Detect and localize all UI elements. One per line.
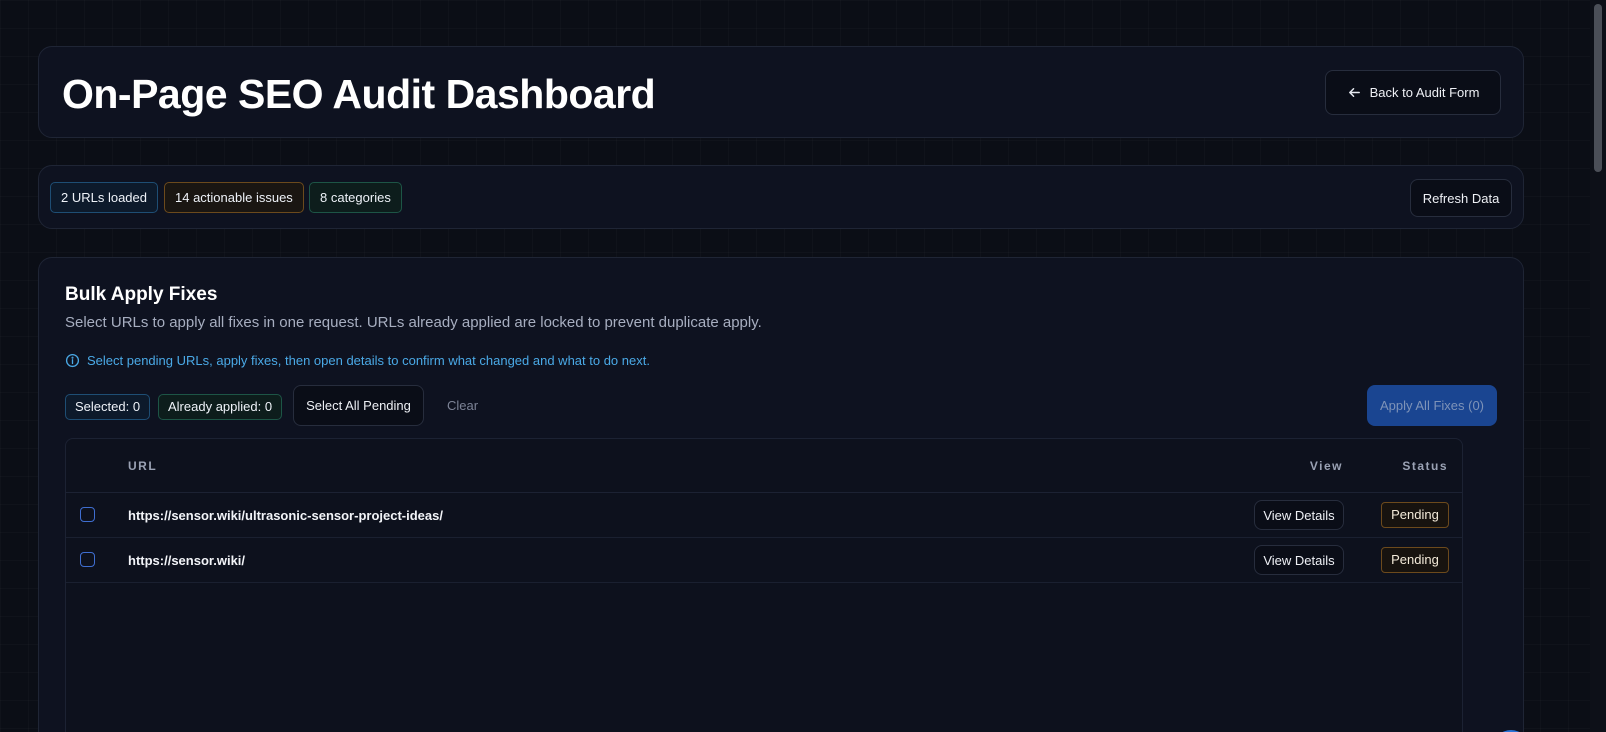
scrollbar-thumb[interactable] <box>1594 4 1602 172</box>
info-circle-icon <box>65 353 80 368</box>
table-header: URL View Status <box>66 439 1462 493</box>
apply-all-fixes-button[interactable]: Apply All Fixes (0) <box>1367 385 1497 426</box>
page-scrollbar[interactable] <box>1590 0 1606 732</box>
stats-card: 2 URLs loaded 14 actionable issues 8 cat… <box>38 165 1524 229</box>
column-header-url: URL <box>128 459 158 473</box>
back-button-label: Back to Audit Form <box>1369 85 1480 100</box>
table-row: https://sensor.wiki/ultrasonic-sensor-pr… <box>66 493 1462 538</box>
refresh-data-button[interactable]: Refresh Data <box>1410 179 1512 217</box>
column-header-view: View <box>1309 459 1343 473</box>
row-checkbox[interactable] <box>80 552 95 567</box>
urls-table: URL View Status https://sensor.wiki/ultr… <box>65 438 1463 732</box>
back-to-audit-form-button[interactable]: Back to Audit Form <box>1325 70 1501 115</box>
select-all-pending-button[interactable]: Select All Pending <box>293 385 424 426</box>
urls-loaded-badge: 2 URLs loaded <box>50 182 158 213</box>
page: On-Page SEO Audit Dashboard Back to Audi… <box>0 0 1590 732</box>
header-card: On-Page SEO Audit Dashboard Back to Audi… <box>38 46 1524 138</box>
hint-text: Select pending URLs, apply fixes, then o… <box>87 353 650 368</box>
selected-count-badge: Selected: 0 <box>65 394 151 420</box>
view-details-button[interactable]: View Details <box>1254 500 1344 530</box>
table-row: https://sensor.wiki/ View Details Pendin… <box>66 538 1462 583</box>
row-url: https://sensor.wiki/ultrasonic-sensor-pr… <box>128 508 443 523</box>
view-details-button[interactable]: View Details <box>1254 545 1344 575</box>
page-title: On-Page SEO Audit Dashboard <box>62 71 656 117</box>
status-badge: Pending <box>1381 502 1449 528</box>
bulk-apply-title: Bulk Apply Fixes <box>65 284 218 305</box>
already-applied-badge: Already applied: 0 <box>158 394 283 420</box>
hint-message: Select pending URLs, apply fixes, then o… <box>65 353 650 368</box>
categories-badge: 8 categories <box>309 182 402 213</box>
clear-button[interactable]: Clear <box>447 398 478 413</box>
status-badge: Pending <box>1381 547 1449 573</box>
actionable-issues-badge: 14 actionable issues <box>164 182 304 213</box>
row-checkbox[interactable] <box>80 507 95 522</box>
row-url: https://sensor.wiki/ <box>128 553 246 568</box>
bulk-apply-description: Select URLs to apply all fixes in one re… <box>65 314 762 331</box>
bulk-apply-card: Bulk Apply Fixes Select URLs to apply al… <box>38 257 1524 732</box>
column-header-status: Status <box>1402 459 1448 473</box>
arrow-left-icon <box>1348 88 1360 97</box>
